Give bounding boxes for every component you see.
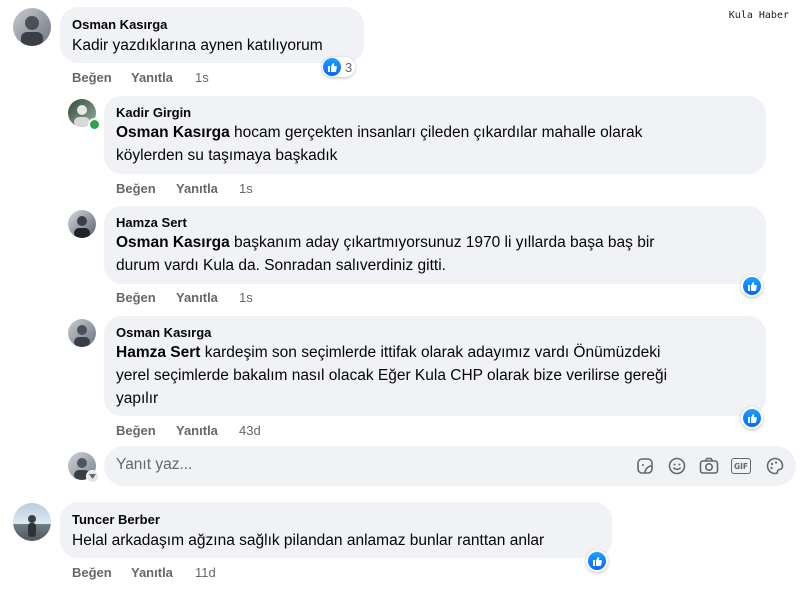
emoji-icon[interactable] xyxy=(666,455,688,477)
comment-text-line: hocam gerçekten insanları çileden çıkard… xyxy=(229,124,643,141)
comment-author[interactable]: Tuncer Berber xyxy=(72,512,160,527)
reaction-count: 3 xyxy=(345,59,353,75)
gif-label: GIF xyxy=(731,458,751,474)
avatar[interactable] xyxy=(68,319,96,347)
comment-text: Osman Kasırga hocam gerçekten insanları … xyxy=(116,121,756,167)
sticker-icon[interactable] xyxy=(634,455,656,477)
comment-timestamp[interactable]: 1s xyxy=(195,70,209,85)
reply-button[interactable]: Yanıtla xyxy=(176,181,218,196)
like-reaction-icon xyxy=(323,58,341,76)
reply-button[interactable]: Yanıtla xyxy=(131,70,173,85)
comment-bubble: Osman Kasırga Hamza Sert kardeşim son se… xyxy=(104,316,766,416)
mention-link[interactable]: Hamza Sert xyxy=(116,344,200,361)
reaction-summary[interactable] xyxy=(741,275,763,297)
reaction-summary[interactable] xyxy=(586,550,608,572)
comment-text: Hamza Sert kardeşim son seçimlerde ittif… xyxy=(116,341,756,410)
like-button[interactable]: Beğen xyxy=(72,565,112,580)
comment-text-line: durum vardı Kula da. Sonradan salıverdin… xyxy=(116,257,446,274)
comment-text-line: kardeşim son seçimlerde ittifak olarak a… xyxy=(200,344,661,361)
comment-text-line: köylerden su taşımaya başkadık xyxy=(116,147,338,164)
comment-author[interactable]: Osman Kasırga xyxy=(116,325,211,340)
mention-link[interactable]: Osman Kasırga xyxy=(116,234,230,251)
comment-text: Osman Kasırga başkanım aday çıkartmıyors… xyxy=(116,231,756,277)
like-button[interactable]: Beğen xyxy=(116,181,156,196)
like-button[interactable]: Beğen xyxy=(72,70,112,85)
gif-icon[interactable]: GIF xyxy=(730,455,752,477)
comment-text: Kadir yazdıklarına aynen katılıyorum xyxy=(72,37,323,54)
comment-timestamp[interactable]: 1s xyxy=(239,181,253,196)
camera-icon[interactable] xyxy=(698,455,720,477)
comment-bubble: Osman Kasırga Kadir yazdıklarına aynen k… xyxy=(60,7,364,63)
reply-button[interactable]: Yanıtla xyxy=(176,290,218,305)
comment-text-line: başkanım aday çıkartmıyorsunuz 1970 li y… xyxy=(229,234,655,251)
like-reaction-icon xyxy=(588,552,606,570)
avatar[interactable] xyxy=(13,8,51,46)
comment-bubble: Tuncer Berber Helal arkadaşım ağzına sağ… xyxy=(60,502,612,558)
like-reaction-icon xyxy=(743,277,761,295)
like-button[interactable]: Beğen xyxy=(116,290,156,305)
comment-author[interactable]: Hamza Sert xyxy=(116,215,187,230)
watermark: Kula Haber xyxy=(728,10,789,21)
reply-button[interactable]: Yanıtla xyxy=(176,423,218,438)
reaction-summary[interactable]: 3 xyxy=(322,57,356,77)
online-indicator xyxy=(88,118,101,131)
reply-button[interactable]: Yanıtla xyxy=(131,565,173,580)
avatar[interactable] xyxy=(13,503,51,541)
avatar-sticker-icon[interactable] xyxy=(764,455,786,477)
comment-author[interactable]: Osman Kasırga xyxy=(72,17,167,32)
reaction-summary[interactable] xyxy=(741,407,763,429)
like-button[interactable]: Beğen xyxy=(116,423,156,438)
comment-timestamp[interactable]: 43d xyxy=(239,423,261,438)
like-reaction-icon xyxy=(743,409,761,427)
comment-timestamp[interactable]: 11d xyxy=(195,565,216,580)
reply-input[interactable]: Yanıt yaz... GIF xyxy=(104,446,796,486)
avatar[interactable] xyxy=(68,210,96,238)
comment-timestamp[interactable]: 1s xyxy=(239,290,253,305)
comment-bubble: Hamza Sert Osman Kasırga başkanım aday ç… xyxy=(104,206,766,284)
avatar-dropdown-icon[interactable] xyxy=(86,470,99,483)
comment-text: Helal arkadaşım ağzına sağlık pilandan a… xyxy=(72,532,545,549)
comment-bubble: Kadir Girgin Osman Kasırga hocam gerçekt… xyxy=(104,96,766,174)
comment-text-line: yerel seçimlerde bakalım nasıl olacak Eğ… xyxy=(116,367,668,384)
reply-placeholder: Yanıt yaz... xyxy=(116,456,193,473)
mention-link[interactable]: Osman Kasırga xyxy=(116,124,230,141)
comment-text-line: yapılır xyxy=(116,390,159,407)
comment-author[interactable]: Kadir Girgin xyxy=(116,105,191,120)
